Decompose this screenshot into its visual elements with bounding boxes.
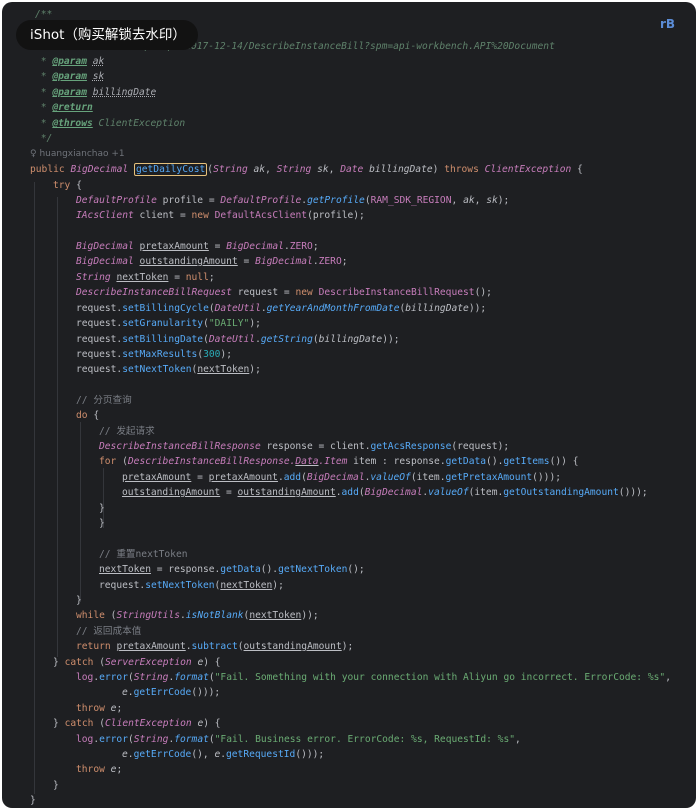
code-line: // 返回成本值 <box>76 626 142 637</box>
code-line: } <box>99 518 105 529</box>
code-line: * @return <box>35 102 93 113</box>
code-line: BigDecimal pretaxAmount = BigDecimal.ZER… <box>76 241 319 252</box>
code-line: IAcsClient client = new DefaultAcsClient… <box>76 210 365 221</box>
code-line: pretaxAmount = pretaxAmount.add(BigDecim… <box>122 472 562 483</box>
code-line: try { <box>53 180 82 191</box>
code-line: request.setNextToken(nextToken); <box>99 580 284 591</box>
code-line: public BigDecimal getDailyCost (String ak… <box>30 163 583 176</box>
code-line: request.setBillingCycle(DateUtil.getYear… <box>76 303 487 314</box>
code-line: */ <box>40 133 53 144</box>
code-editor-window: iShot（购买解锁去水印） rB /** * com/document/Bss… <box>2 2 696 808</box>
code-line: BigDecimal outstandingAmount = BigDecima… <box>76 256 348 267</box>
code-line: throw e; <box>76 703 123 714</box>
code-line: } <box>76 595 82 606</box>
person-icon: ♀ <box>30 149 37 159</box>
code-line: // 分页查询 <box>76 395 132 406</box>
code-line: nextToken = response.getData().getNextTo… <box>99 564 365 575</box>
code-line: e.getErrCode())); <box>122 687 221 698</box>
code-line: } <box>99 503 105 514</box>
code-line: request.setBillingDate(DateUtil.getStrin… <box>76 334 400 345</box>
ai-assistant-icon[interactable]: rB <box>660 17 675 31</box>
code-line: } catch (ClientException e) { <box>53 718 221 729</box>
code-line: log.error(String.format("Fail. Business … <box>76 734 521 745</box>
code-line: request.setGranularity("DAILY"); <box>76 318 261 329</box>
code-line: // 发起请求 <box>99 426 155 437</box>
code-line: return pretaxAmount.subtract(outstanding… <box>76 641 354 652</box>
code-line: } catch (ServerException e) { <box>53 657 221 668</box>
code-line: DescribeInstanceBillResponse response = … <box>99 441 510 452</box>
code-line: log.error(String.format("Fail. Something… <box>76 672 671 683</box>
code-line: * @param billingDate <box>35 87 157 98</box>
code-line: DescribeInstanceBillRequest request = ne… <box>76 287 492 298</box>
code-line: DefaultProfile profile = DefaultProfile.… <box>76 195 510 206</box>
code-line: * @throws ClientException <box>35 118 186 129</box>
code-line: String nextToken = null; <box>76 272 215 283</box>
code-line: request.setNextToken(nextToken); <box>76 364 261 375</box>
code-line: request.setMaxResults(300); <box>76 349 232 360</box>
code-line: outstandingAmount = outstandingAmount.ad… <box>122 487 648 498</box>
indent-guide <box>34 182 35 794</box>
watermark-badge: iShot（购买解锁去水印） <box>16 20 198 50</box>
author-inlay-hint[interactable]: ♀ huangxianchao +1 <box>30 149 125 159</box>
code-line: throw e; <box>76 764 123 775</box>
code-line: for (DescribeInstanceBillResponse.Data.I… <box>99 456 579 467</box>
code-line: // 重置nextToken <box>99 549 188 560</box>
code-line: } <box>30 795 36 806</box>
indent-guide <box>57 197 58 657</box>
code-line: * @param ak <box>35 56 105 67</box>
code-line: while (StringUtils.isNotBlank(nextToken)… <box>76 610 319 621</box>
indent-guide <box>80 422 81 602</box>
method-name[interactable]: getDailyCost <box>133 163 208 176</box>
code-line: e.getErrCode(), e.getRequestId())); <box>122 749 325 760</box>
code-line: * @param sk <box>35 71 105 82</box>
code-line: do { <box>76 410 100 421</box>
code-line: } <box>53 780 59 791</box>
